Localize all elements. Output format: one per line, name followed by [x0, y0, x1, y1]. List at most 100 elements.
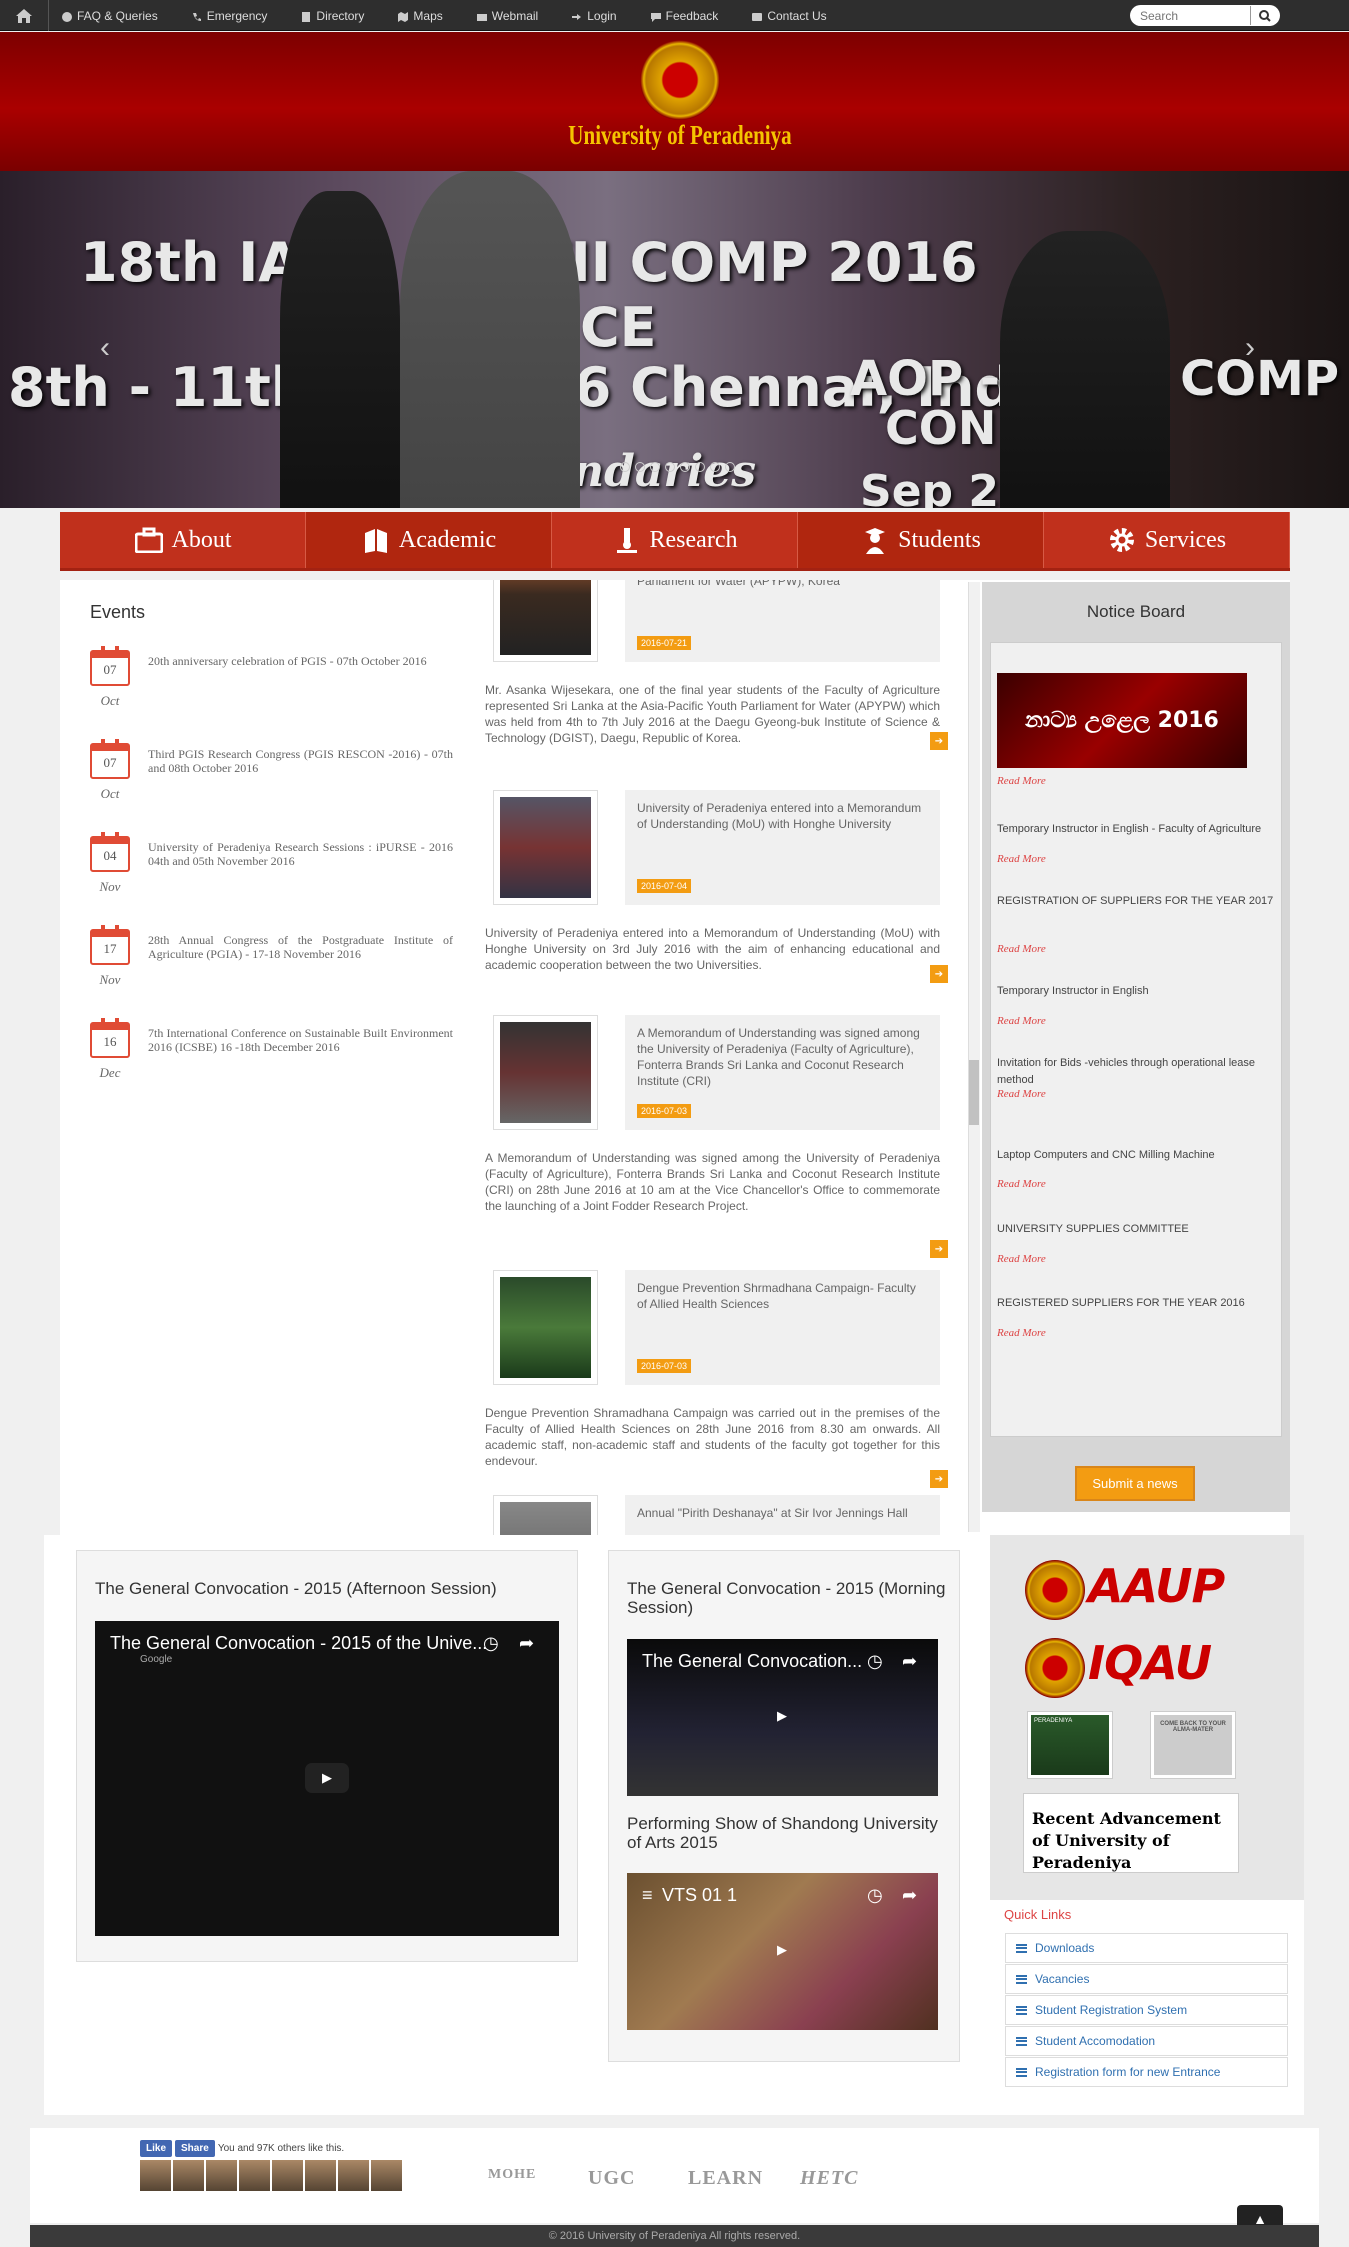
slide-dot[interactable] [725, 462, 735, 472]
news-thumbnail[interactable] [493, 580, 598, 662]
read-more-link[interactable]: Read More [997, 1015, 1046, 1027]
prev-slide-icon[interactable]: ‹ [100, 331, 110, 365]
news-more-icon[interactable]: ➔ [930, 1240, 948, 1258]
quick-link[interactable]: Student Accomodation [1005, 2026, 1288, 2056]
nav-research[interactable]: Research [552, 512, 798, 568]
search-input[interactable] [1130, 6, 1250, 25]
read-more-link[interactable]: Read More [997, 943, 1046, 955]
news-thumbnail[interactable] [493, 1495, 598, 1535]
news-thumbnail[interactable] [493, 790, 598, 905]
submit-news-button[interactable]: Submit a news [1075, 1466, 1195, 1501]
playlist-icon[interactable]: ≡ [642, 1885, 653, 1906]
maps-link[interactable]: Maps [398, 9, 443, 23]
news-more-icon[interactable]: ➔ [930, 1470, 948, 1488]
slide-dot[interactable] [665, 462, 675, 472]
home-icon[interactable] [0, 0, 49, 31]
video-player-3[interactable]: VTS 01 1 ≡ ◷ ➦ ▶ [627, 1873, 938, 2030]
read-more-link[interactable]: Read More [997, 1327, 1046, 1339]
fb-avatar[interactable] [371, 2160, 402, 2191]
notice-image[interactable]: නාට්‍ය උළෙල 2016 [997, 673, 1247, 768]
play-icon[interactable]: ▶ [760, 1701, 804, 1731]
news-summary[interactable]: Student Representation at the Asia-Pacif… [625, 580, 940, 662]
slide-dot[interactable] [680, 462, 690, 472]
notice-item[interactable]: REGISTERED SUPPLIERS FOR THE YEAR 2016 [997, 1295, 1277, 1312]
login-link[interactable]: Login [572, 9, 617, 23]
contact-link[interactable]: Contact Us [752, 9, 827, 23]
fb-like-button[interactable]: Like [140, 2140, 173, 2157]
webmail-link[interactable]: Webmail [476, 9, 538, 23]
news-title[interactable]: A Memorandum of Understanding was signed… [637, 1025, 928, 1089]
news-title[interactable]: Student Representation at the Asia-Pacif… [637, 580, 928, 589]
read-more-link[interactable]: Read More [997, 853, 1046, 865]
news-summary[interactable]: University of Peradeniya entered into a … [625, 790, 940, 905]
fb-avatar[interactable] [338, 2160, 369, 2191]
event-text[interactable]: 20th anniversary celebration of PGIS - 0… [148, 654, 453, 668]
clock-icon[interactable]: ◷ [483, 1633, 499, 1654]
emergency-link[interactable]: Emergency [192, 9, 267, 23]
alma-mater-thumb[interactable]: COME BACK TO YOUR ALMA-MATER [1150, 1711, 1236, 1779]
read-more-link[interactable]: Read More [997, 1178, 1046, 1190]
share-icon[interactable]: ➦ [519, 1633, 534, 1654]
video-player-2[interactable]: The General Convocation... ◷ ➦ ▶ [627, 1639, 938, 1796]
video-player-1[interactable]: The General Convocation - 2015 of the Un… [95, 1621, 559, 1936]
news-title[interactable]: Dengue Prevention Shrmadhana Campaign- F… [637, 1280, 928, 1312]
play-icon[interactable]: ▶ [760, 1935, 804, 1965]
notice-item[interactable]: Invitation for Bids -vehicles through op… [997, 1055, 1277, 1089]
nav-students[interactable]: Students [798, 512, 1044, 568]
quick-link[interactable]: Downloads [1005, 1933, 1288, 1963]
event-text[interactable]: 7th International Conference on Sustaina… [148, 1026, 453, 1054]
news-thumbnail[interactable] [493, 1015, 598, 1130]
fb-avatar[interactable] [305, 2160, 336, 2191]
feedback-link[interactable]: Feedback [650, 9, 718, 23]
event-text[interactable]: University of Peradeniya Research Sessio… [148, 840, 453, 868]
notice-item[interactable]: Temporary Instructor in English [997, 983, 1277, 1000]
news-more-icon[interactable]: ➔ [930, 965, 948, 983]
clock-icon[interactable]: ◷ [867, 1651, 883, 1672]
peradeniya-thumb[interactable]: PERADENIYA [1027, 1711, 1113, 1779]
aaup-logo[interactable]: AAUP [1088, 1559, 1225, 1613]
recent-advancement-banner[interactable]: Recent Advancement of University of Pera… [1023, 1793, 1239, 1873]
news-scrollbar-thumb[interactable] [969, 1060, 979, 1125]
notice-item[interactable]: REGISTRATION OF SUPPLIERS FOR THE YEAR 2… [997, 893, 1277, 910]
share-icon[interactable]: ➦ [902, 1885, 917, 1906]
read-more-link[interactable]: Read More [997, 1253, 1046, 1265]
fb-share-button[interactable]: Share [175, 2140, 215, 2157]
slide-dot[interactable] [650, 462, 660, 472]
slide-dot[interactable] [620, 462, 630, 472]
event-text[interactable]: 28th Annual Congress of the Postgraduate… [148, 933, 453, 961]
learn-logo[interactable]: LEARN [688, 2167, 763, 2190]
site-name[interactable]: University of Peradeniya [555, 120, 805, 151]
hetc-logo[interactable]: HETC [800, 2167, 858, 2190]
news-title[interactable]: Annual "Pirith Deshanaya" at Sir Ivor Je… [637, 1505, 928, 1521]
news-more-icon[interactable]: ➔ [930, 732, 948, 750]
search-icon[interactable] [1250, 6, 1278, 25]
iqau-logo[interactable]: IQAU [1088, 1636, 1212, 1690]
fb-avatar[interactable] [173, 2160, 204, 2191]
notice-item[interactable]: Temporary Instructor in English - Facult… [997, 821, 1277, 838]
news-summary[interactable]: Dengue Prevention Shrmadhana Campaign- F… [625, 1270, 940, 1385]
quick-link[interactable]: Student Registration System [1005, 1995, 1288, 2025]
quick-link[interactable]: Registration form for new Entrance [1005, 2057, 1288, 2087]
news-thumbnail[interactable] [493, 1270, 598, 1385]
fb-avatar[interactable] [272, 2160, 303, 2191]
fb-avatar[interactable] [239, 2160, 270, 2191]
faq-link[interactable]: FAQ & Queries [62, 9, 158, 23]
news-summary[interactable]: A Memorandum of Understanding was signed… [625, 1015, 940, 1130]
notice-item[interactable]: Laptop Computers and CNC Milling Machine [997, 1147, 1277, 1164]
university-logo[interactable] [640, 40, 720, 120]
read-more-link[interactable]: Read More [997, 775, 1046, 787]
slide-dot[interactable] [710, 462, 720, 472]
nav-services[interactable]: Services [1044, 512, 1290, 568]
mohe-logo[interactable]: MOHE [488, 2167, 536, 2183]
read-more-link[interactable]: Read More [997, 1088, 1046, 1100]
clock-icon[interactable]: ◷ [867, 1885, 883, 1906]
share-icon[interactable]: ➦ [902, 1651, 917, 1672]
fb-avatar[interactable] [140, 2160, 171, 2191]
fb-avatar[interactable] [206, 2160, 237, 2191]
news-summary[interactable]: Annual "Pirith Deshanaya" at Sir Ivor Je… [625, 1495, 940, 1535]
nav-about[interactable]: About [60, 512, 306, 568]
event-text[interactable]: Third PGIS Research Congress (PGIS RESCO… [148, 747, 453, 775]
notice-item[interactable]: UNIVERSITY SUPPLIES COMMITTEE [997, 1221, 1277, 1238]
play-icon[interactable]: ▶ [305, 1763, 349, 1793]
nav-academic[interactable]: Academic [306, 512, 552, 568]
